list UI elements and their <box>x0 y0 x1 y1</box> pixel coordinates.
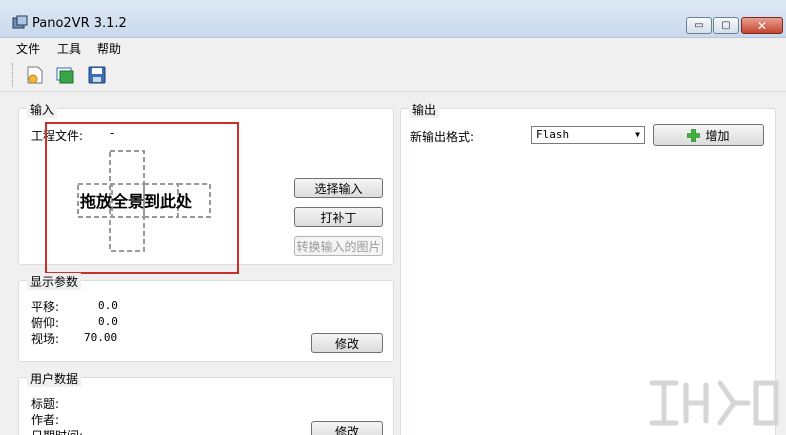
save-project-icon[interactable] <box>87 65 107 85</box>
menu-bar: 文件 工具 帮助 <box>0 38 786 58</box>
author-label: 作者: <box>31 413 60 427</box>
tilt-label: 俯仰: <box>31 316 60 330</box>
display-params-title: 显示参数 <box>27 273 82 290</box>
maximize-button[interactable]: ▢ <box>713 17 739 34</box>
window-title: Pano2VR 3.1.2 <box>32 16 127 31</box>
menu-help[interactable]: 帮助 <box>97 40 121 57</box>
user-data-modify-button[interactable]: 修改 <box>311 421 383 435</box>
fov-label: 视场: <box>31 332 60 346</box>
output-group-title: 输出 <box>409 101 440 118</box>
output-format-label: 新输出格式: <box>410 130 475 144</box>
user-data-title: 用户数据 <box>27 370 82 387</box>
menu-tools[interactable]: 工具 <box>57 40 81 57</box>
add-output-button[interactable]: 增加 <box>653 124 764 146</box>
convert-input-button[interactable]: 转换输入的图片 <box>294 236 383 256</box>
toolbar <box>0 58 786 92</box>
pan-value: 0.0 <box>98 299 118 312</box>
fov-value: 70.00 <box>84 331 118 344</box>
date-label: 日期时间: <box>31 427 83 435</box>
toolbar-grip <box>12 63 15 87</box>
minimize-button[interactable]: ▭ <box>686 17 712 34</box>
new-project-icon[interactable] <box>25 65 45 85</box>
tilt-value: 0.0 <box>98 315 118 328</box>
input-group-title: 输入 <box>27 101 58 118</box>
close-button[interactable]: ✕ <box>741 17 783 34</box>
patch-button[interactable]: 打补丁 <box>294 207 383 227</box>
display-params-modify-button[interactable]: 修改 <box>311 333 383 353</box>
user-title-label: 标题: <box>31 397 60 411</box>
select-input-button[interactable]: 选择输入 <box>294 178 383 198</box>
plus-icon <box>687 128 701 142</box>
output-format-value: Flash <box>536 128 570 141</box>
chevron-down-icon: ▼ <box>635 130 640 139</box>
menu-file[interactable]: 文件 <box>16 40 40 57</box>
drop-zone[interactable] <box>45 122 239 274</box>
output-format-select[interactable]: Flash ▼ <box>531 126 645 144</box>
open-project-icon[interactable] <box>55 65 75 85</box>
title-bar: Pano2VR 3.1.2 ▭ ▢ ✕ <box>0 0 786 38</box>
pan-label: 平移: <box>31 300 60 314</box>
app-icon <box>12 15 28 29</box>
add-output-label: 增加 <box>705 128 730 143</box>
watermark-logo <box>649 380 779 426</box>
